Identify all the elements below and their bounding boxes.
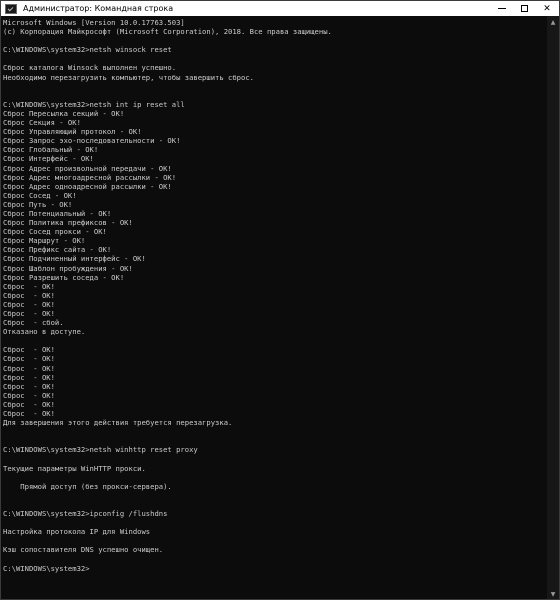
console-line: Сброс - ОК!	[3, 345, 55, 355]
console-line: Сброс Сосед прокси - ОК!	[3, 227, 107, 237]
console-line: Сброс - ОК!	[3, 290, 55, 300]
console-line: C:\WINDOWS\system32>netsh int ip reset a…	[3, 99, 185, 109]
title-bar[interactable]: Администратор: Командная строка ✕	[1, 1, 559, 16]
console-line: Сброс Потенциальный - ОК!	[3, 208, 112, 218]
console-line: Сброс Секция - ОК!	[3, 118, 81, 128]
console-line: Сброс Разрешить соседа - ОК!	[3, 272, 125, 282]
console-line: Сброс Префикс сайта - ОК!	[3, 245, 112, 255]
console-line: Сброс - ОК!	[3, 409, 55, 419]
console-line: Сброс - ОК!	[3, 390, 55, 400]
console-line: C:\WINDOWS\system32>	[3, 563, 90, 573]
console-output[interactable]: Microsoft Windows [Version 10.0.17763.50…	[1, 16, 547, 599]
vertical-scrollbar[interactable]: ▲ ▼	[547, 16, 559, 599]
console-line: Сброс Путь - ОК!	[3, 199, 73, 209]
window-title: Администратор: Командная строка	[23, 4, 174, 13]
console-line: Сброс - ОК!	[3, 363, 55, 373]
scroll-down-icon[interactable]: ▼	[547, 588, 559, 599]
console-line: Сброс - ОК!	[3, 372, 55, 382]
minimize-icon	[498, 8, 506, 9]
console-line: Сброс Пересылка секций - ОК!	[3, 108, 125, 118]
maximize-icon	[520, 5, 528, 12]
console-line: Сброс - ОК!	[3, 309, 55, 318]
console-line: Сброс - ОК!	[3, 299, 55, 309]
console-line: Сброс Шаблон пробуждения - ОК!	[3, 263, 133, 273]
console-line: (c) Корпорация Майкрософт (Microsoft Cor…	[3, 27, 332, 37]
console-line: Сброс - сбой.	[3, 318, 64, 328]
console-line: Сброс - ОК!	[3, 354, 55, 364]
console-line: Сброс Запрос эхо-последовательности - ОК…	[3, 136, 181, 146]
console-line: Сброс - ОК!	[3, 381, 55, 391]
console-line: Сброс Маршрут - ОК!	[3, 236, 86, 246]
console-line: Сброс Подчиненный интерфейс - ОК!	[3, 254, 146, 264]
console-line: Прямой доступ (без прокси-сервера).	[3, 481, 172, 491]
scroll-up-icon[interactable]: ▲	[547, 16, 559, 28]
console-line: C:\WINDOWS\system32>ipconfig /flushdns	[3, 509, 168, 519]
console-line: C:\WINDOWS\system32>netsh winhttp reset …	[3, 445, 198, 455]
console-line: Кэш сопоставителя DNS успешно очищен.	[3, 545, 164, 555]
console-window: Администратор: Командная строка ✕ Micros…	[0, 0, 560, 600]
close-icon: ✕	[543, 3, 551, 14]
console-line: Отказано в доступе.	[3, 327, 86, 337]
console-line: Сброс Политика префиксов - ОК!	[3, 218, 133, 228]
console-line: Сброс Адрес многоадресной рассылки - ОК!	[3, 172, 177, 182]
window-controls: ✕	[491, 1, 559, 16]
console-line: Необходимо перезагрузить компьютер, чтоб…	[3, 72, 254, 82]
console-line: Для завершения этого действия требуется …	[3, 418, 233, 428]
console-line: Сброс Глобальный - ОК!	[3, 145, 99, 155]
console-line: Настройка протокола IP для Windows	[3, 527, 151, 537]
console-line: Текущие параметры WinHTTP прокси.	[3, 463, 146, 473]
console-line: C:\WINDOWS\system32>netsh winsock reset	[3, 45, 172, 55]
console-line: Сброс - ОК!	[3, 281, 55, 291]
console-line: Сброс Сосед - ОК!	[3, 190, 77, 200]
console-line: Сброс Адрес одноадресной рассылки - ОК!	[3, 181, 172, 191]
console-line: Сброс Адрес произвольной передачи - ОК!	[3, 163, 172, 173]
console-line: Microsoft Windows [Version 10.0.17763.50…	[3, 18, 185, 27]
maximize-button[interactable]	[513, 1, 535, 16]
close-button[interactable]: ✕	[535, 1, 559, 16]
console-line: Сброс каталога Winsock выполнен успешно.	[3, 63, 177, 73]
minimize-button[interactable]	[491, 1, 513, 16]
console-line: Сброс Управляющий протокол - ОК!	[3, 127, 142, 137]
console-line: Сброс - ОК!	[3, 399, 55, 409]
cmd-icon	[5, 3, 17, 14]
console-line: Сброс Интерфейс - ОК!	[3, 154, 94, 164]
